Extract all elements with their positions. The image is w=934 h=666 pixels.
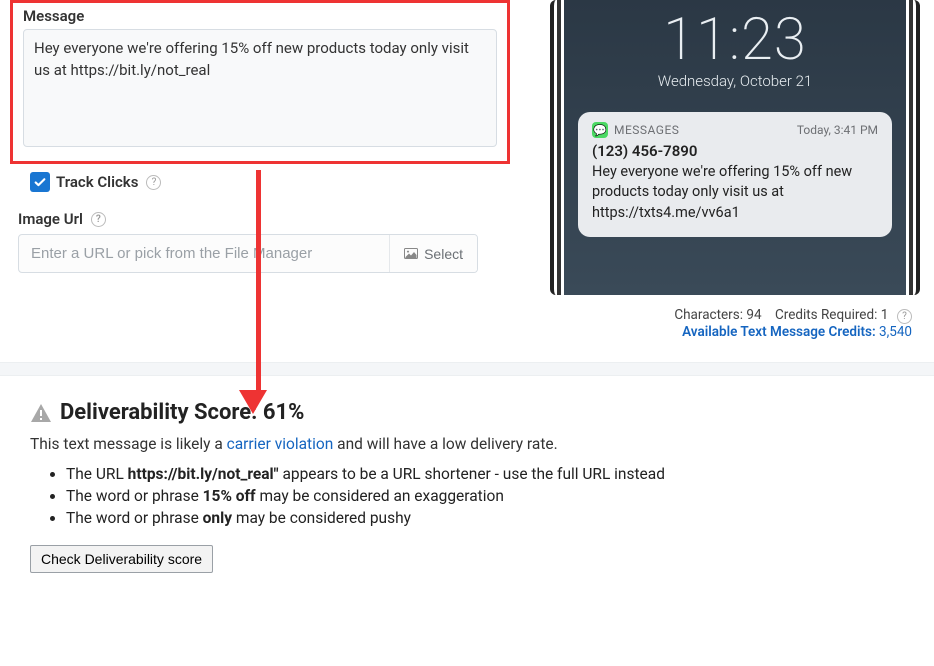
phone-preview: 11:23 Wednesday, October 21 💬 MESSAGES T… — [550, 0, 920, 295]
help-icon[interactable]: ? — [146, 175, 161, 190]
image-url-label: Image Url — [18, 210, 83, 228]
score-bullet: The URL https://bit.ly/not_real" appears… — [66, 465, 904, 483]
credits-required-label: Credits Required: — [775, 307, 877, 323]
image-icon — [404, 248, 418, 259]
score-bullet: The word or phrase only may be considere… — [66, 509, 904, 527]
score-bullet: The word or phrase 15% off may be consid… — [66, 487, 904, 505]
available-credits-value: 3,540 — [879, 324, 912, 340]
characters-label: Characters: — [674, 307, 743, 323]
check-deliverability-button[interactable]: Check Deliverability score — [30, 545, 213, 573]
notification-card: 💬 MESSAGES Today, 3:41 PM (123) 456-7890… — [578, 112, 892, 237]
message-panel: Message — [10, 0, 510, 164]
notification-time: Today, 3:41 PM — [797, 123, 878, 137]
deliverability-title: Deliverability Score: 61% — [30, 400, 904, 425]
track-clicks-label: Track Clicks — [56, 173, 138, 191]
section-divider — [0, 362, 934, 376]
image-url-row: Select — [18, 234, 478, 273]
score-bullets: The URL https://bit.ly/not_real" appears… — [66, 465, 904, 527]
select-button-label: Select — [424, 246, 463, 262]
notification-body: Hey everyone we're offering 15% off new … — [592, 162, 878, 223]
warning-icon — [30, 403, 52, 423]
messages-app-icon: 💬 — [592, 122, 608, 138]
image-url-input[interactable] — [19, 235, 389, 272]
notification-app: MESSAGES — [614, 123, 679, 137]
score-subtext: This text message is likely a carrier vi… — [30, 435, 904, 453]
image-select-button[interactable]: Select — [389, 235, 477, 272]
track-clicks-checkbox[interactable] — [30, 172, 50, 192]
credits-row: Characters: 94 Credits Required: 1 ? Ava… — [530, 295, 924, 340]
notification-from: (123) 456-7890 — [592, 142, 878, 160]
available-credits-label: Available Text Message Credits: — [682, 324, 876, 340]
help-icon[interactable]: ? — [897, 309, 912, 324]
characters-value: 94 — [746, 307, 761, 323]
message-textarea[interactable] — [23, 29, 497, 147]
message-label: Message — [23, 7, 497, 29]
check-icon — [33, 175, 47, 189]
help-icon[interactable]: ? — [91, 212, 106, 227]
credits-required-value: 1 — [881, 307, 889, 323]
phone-date: Wednesday, October 21 — [564, 72, 906, 90]
phone-time: 11:23 — [564, 0, 906, 74]
carrier-violation-link[interactable]: carrier violation — [227, 435, 334, 453]
score-percent: 61% — [263, 400, 305, 425]
